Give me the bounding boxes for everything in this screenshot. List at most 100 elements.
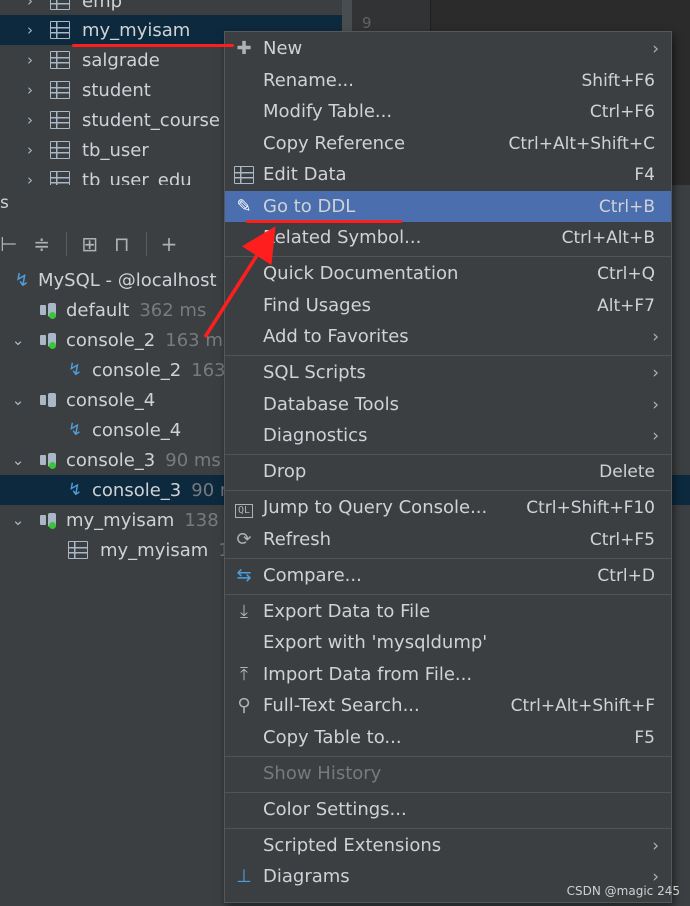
chevron-right-icon[interactable]: › [20,111,40,129]
tree-row-emp[interactable]: › emp [0,0,352,16]
chevron-right-icon[interactable]: › [20,81,40,99]
ql-icon: QL [234,504,254,518]
service-row-label: default [66,299,130,321]
tree-row-label: tb_user_edu [82,169,192,186]
table-icon [50,111,70,129]
table-icon [50,51,70,69]
expand-all-icon[interactable]: ≑ [33,232,50,256]
menu-item-shortcut: Ctrl+Alt+Shift+F [510,695,655,716]
menu-item-rename[interactable]: Rename... Shift+F6 [225,65,671,96]
table-icon [50,81,70,99]
menu-item-go-to-ddl[interactable]: ✎ Go to DDL Ctrl+B [225,191,671,222]
pencil-icon: ✎ [236,196,252,217]
menu-separator [225,756,671,757]
submenu-arrow-icon: › [652,425,659,446]
group-by-icon[interactable]: ⊞ [81,232,98,256]
menu-item-label: Show History [263,763,382,784]
add-icon[interactable]: + [161,232,178,256]
service-row-label: console_2 [92,359,182,381]
line-number: 9 [362,14,372,32]
menu-item-full-text-search[interactable]: ⚲ Full-Text Search... Ctrl+Alt+Shift+F [225,690,671,721]
menu-item-label: Color Settings... [263,799,407,820]
menu-item-label: Export Data to File [263,601,431,622]
menu-item-edit-data[interactable]: Edit Data F4 [225,159,671,190]
tree-row-label: student [82,79,151,101]
menu-item-shortcut: Ctrl+D [597,565,655,586]
service-row-label: my_myisam [100,539,209,561]
chevron-down-icon[interactable]: ⌄ [8,331,28,349]
service-row-label: console_3 [66,449,156,471]
chevron-right-icon[interactable]: › [20,171,40,185]
menu-separator [225,454,671,455]
menu-item-color-settings[interactable]: Color Settings... [225,794,671,825]
menu-item-shortcut: Ctrl+Alt+B [561,227,655,248]
menu-item-shortcut: Ctrl+B [598,196,655,217]
chevron-right-icon[interactable]: › [20,141,40,159]
session-connected-icon [38,451,60,469]
chevron-right-icon[interactable]: › [20,51,40,69]
menu-item-label: Scripted Extensions [263,835,442,856]
submenu-arrow-icon: › [652,362,659,383]
tree-row-label: salgrade [82,49,160,71]
menu-separator [225,355,671,356]
chevron-down-icon[interactable]: ⌄ [8,511,28,529]
menu-item-label: Find Usages [263,295,372,316]
collapse-all-icon[interactable]: ⊢ [0,232,17,256]
menu-item-shortcut: Ctrl+Shift+F10 [526,497,655,518]
menu-item-shortcut: Ctrl+F6 [589,101,655,122]
table-icon [50,141,70,159]
menu-item-copy-table-to[interactable]: Copy Table to... F5 [225,722,671,753]
menu-item-modify-table[interactable]: Modify Table... Ctrl+F6 [225,96,671,127]
menu-item-find-usages[interactable]: Find Usages Alt+F7 [225,290,671,321]
chevron-down-icon[interactable]: ⌄ [8,391,28,409]
annotation-underline-my-myisam [72,44,234,47]
menu-item-database-tools[interactable]: Database Tools › [225,389,671,420]
table-icon [50,21,70,39]
console-icon: ↯ [67,480,83,500]
search-icon: ⚲ [237,695,251,716]
refresh-icon: ⟳ [236,529,252,550]
jump-to-source-icon[interactable]: ⊓ [114,232,130,256]
menu-item-label: Diagnostics [263,425,368,446]
menu-item-import-data-from-file[interactable]: ⤒ Import Data from File... [225,659,671,690]
mysql-datasource-icon: ↯ [14,269,30,291]
menu-item-copy-reference[interactable]: Copy Reference Ctrl+Alt+Shift+C [225,128,671,159]
console-icon: ↯ [67,360,83,380]
menu-item-scripted-extensions[interactable]: Scripted Extensions › [225,830,671,861]
tree-row-label: my_myisam [82,19,191,41]
tree-row-label: student_course [82,109,220,131]
menu-item-sql-scripts[interactable]: SQL Scripts › [225,357,671,388]
menu-item-quick-documentation[interactable]: Quick Documentation Ctrl+Q [225,258,671,289]
menu-item-export-with-mysqldump[interactable]: Export with 'mysqldump' [225,627,671,658]
menu-item-label: Jump to Query Console... [263,497,488,518]
menu-item-jump-to-query-console[interactable]: QL Jump to Query Console... Ctrl+Shift+F… [225,492,671,523]
menu-item-compare[interactable]: ⇆ Compare... Ctrl+D [225,560,671,591]
table-icon [68,541,88,559]
service-row-duration: 163 ms [165,329,233,351]
menu-item-label: Compare... [263,565,362,586]
menu-item-refresh[interactable]: ⟳ Refresh Ctrl+F5 [225,524,671,555]
session-icon [38,391,60,409]
session-connected-icon [38,331,60,349]
chevron-right-icon[interactable]: › [20,0,40,10]
menu-item-export-data-to-file[interactable]: ⤓ Export Data to File [225,596,671,627]
menu-item-related-symbol[interactable]: Related Symbol... Ctrl+Alt+B [225,222,671,253]
menu-item-label: Database Tools [263,394,399,415]
menu-item-label: SQL Scripts [263,362,366,383]
submenu-arrow-icon: › [652,394,659,415]
menu-item-drop[interactable]: Drop Delete [225,456,671,487]
menu-item-diagnostics[interactable]: Diagnostics › [225,420,671,451]
menu-item-label: Copy Reference [263,133,406,154]
menu-item-label: Rename... [263,70,354,91]
menu-item-add-to-favorites[interactable]: Add to Favorites › [225,321,671,352]
chevron-right-icon[interactable]: › [20,21,40,39]
menu-item-label: Refresh [263,529,331,550]
menu-item-new[interactable]: ✚ New › [225,33,671,64]
services-toolbar: ⊢ ≑ ⊞ ⊓ + [0,227,230,261]
tree-row-label: tb_user [82,139,149,161]
export-icon: ⤓ [240,601,248,622]
chevron-down-icon[interactable]: ⌄ [8,451,28,469]
toolbar-divider [145,232,147,256]
menu-separator [225,256,671,257]
menu-item-label: Edit Data [263,164,347,185]
